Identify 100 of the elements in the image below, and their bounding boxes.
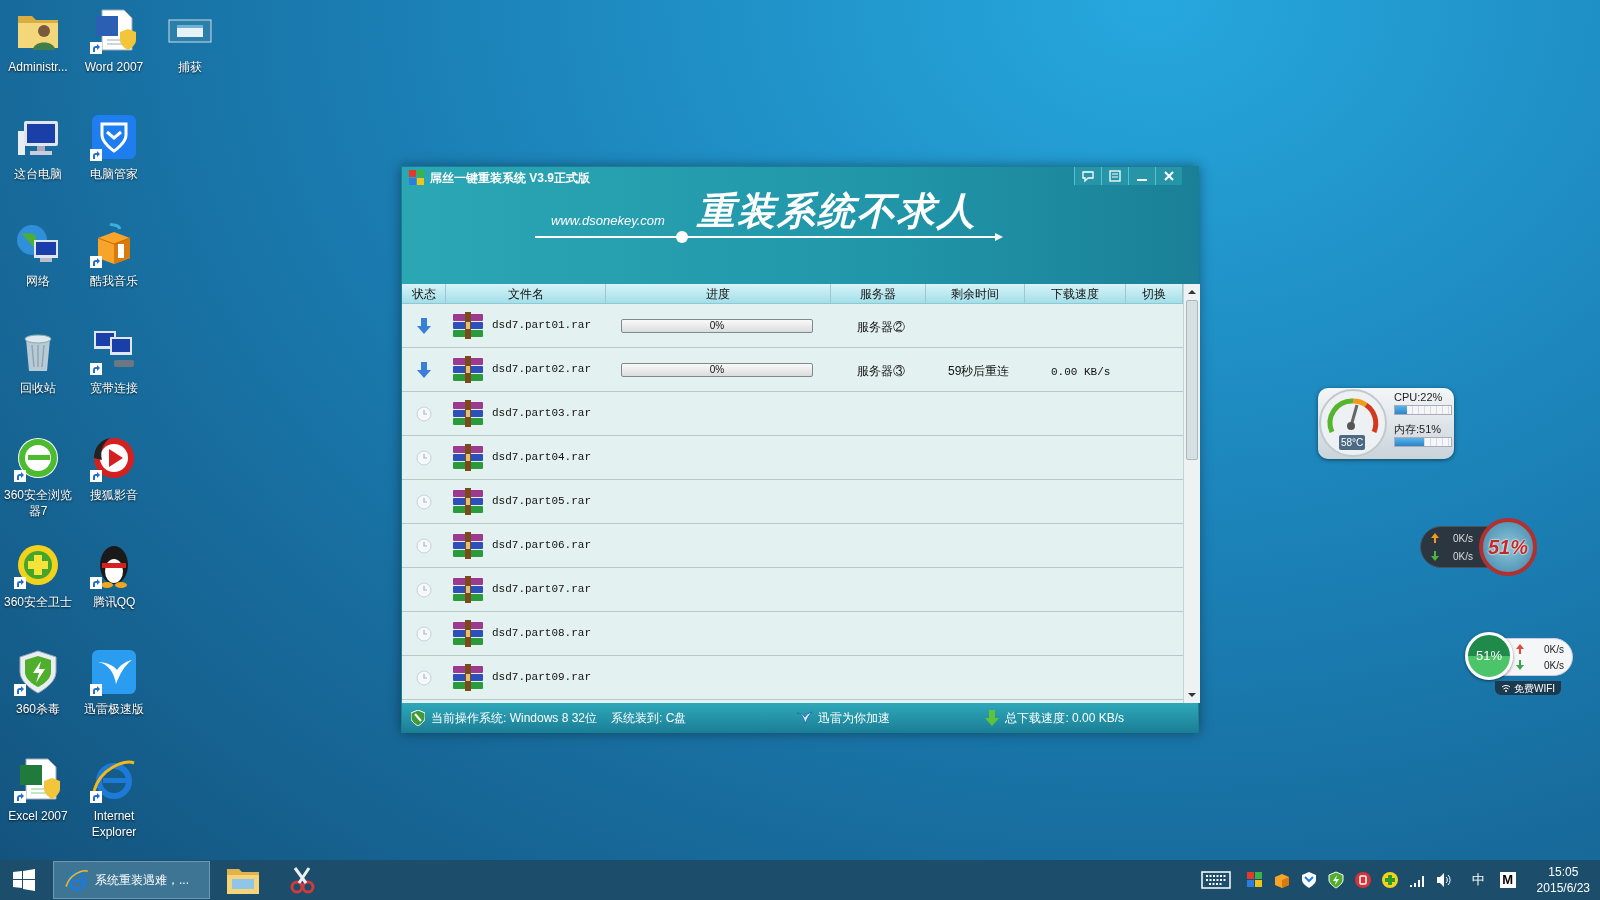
icon-label[interactable]: 迅雷极速版 xyxy=(76,701,152,717)
os-info: 当前操作系统: Windows 8 32位 xyxy=(431,709,598,727)
feedback-button[interactable] xyxy=(1074,167,1101,185)
file-name: dsd7.part05.rar xyxy=(492,494,592,510)
wifi-label: 免费WIFI xyxy=(1514,681,1556,696)
icon-label[interactable]: 这台电脑 xyxy=(0,166,76,182)
file-name: dsd7.part01.rar xyxy=(492,318,592,334)
column-header[interactable]: 剩余时间 xyxy=(926,284,1025,303)
icon-label[interactable]: 360安全卫士 xyxy=(0,594,76,610)
file-name: dsd7.part02.rar xyxy=(492,362,592,378)
input-mode-button[interactable]: M xyxy=(1499,872,1516,888)
icon-label[interactable]: 宽带连接 xyxy=(76,380,152,396)
flag-icon[interactable] xyxy=(1245,871,1264,889)
chat-bubble-icon xyxy=(1081,169,1095,183)
file-name: dsd7.part08.rar xyxy=(492,626,592,642)
upload-speed: 0K/s xyxy=(1453,531,1473,546)
file-name: dsd7.part07.rar xyxy=(492,582,592,598)
clock-icon xyxy=(416,537,432,554)
box-icon[interactable] xyxy=(1272,871,1291,889)
archive-icon xyxy=(452,575,484,604)
icon-label[interactable]: Internet Explorer xyxy=(76,808,152,840)
scroll-thumb[interactable] xyxy=(1186,300,1198,460)
bird-icon xyxy=(796,709,813,726)
up-arrow-icon xyxy=(1516,644,1524,654)
down-arrow-icon xyxy=(1516,660,1524,670)
taskbar-button[interactable]: 系统重装遇难，... xyxy=(53,861,210,899)
remaining-time: 59秒后重连 xyxy=(948,363,1010,378)
scrollbar[interactable] xyxy=(1183,284,1200,703)
wifi-button[interactable]: 免费WIFI xyxy=(1495,681,1562,695)
close-icon xyxy=(1162,169,1176,183)
menu-icon xyxy=(1108,169,1122,183)
bolt-shield-icon[interactable] xyxy=(1326,871,1345,889)
server-text: 服务器③ xyxy=(857,363,905,378)
install-target: 系统装到: C盘 xyxy=(611,709,687,727)
slogan: 重装系统不求人 xyxy=(697,189,977,233)
wifi-icon xyxy=(1501,684,1511,692)
archive-icon xyxy=(452,487,484,516)
wifi-badge[interactable]: 51% xyxy=(1465,632,1513,680)
archive-icon xyxy=(452,355,484,384)
column-header[interactable]: 服务器 xyxy=(831,284,926,303)
clock-icon xyxy=(416,581,432,598)
clock-date[interactable]: 2015/6/23 xyxy=(1536,880,1590,896)
minimize-button[interactable] xyxy=(1128,167,1155,185)
column-header[interactable]: 下载速度 xyxy=(1025,284,1126,303)
icon-label[interactable]: Administr... xyxy=(0,59,76,75)
plus-icon[interactable] xyxy=(1380,871,1399,889)
temperature: 58°C xyxy=(1339,435,1366,450)
icon-label[interactable]: 捕获 xyxy=(152,59,228,75)
archive-icon xyxy=(452,399,484,428)
minimize-icon xyxy=(1137,178,1147,181)
icon-label[interactable]: 回收站 xyxy=(0,380,76,396)
shield-icon[interactable] xyxy=(90,113,138,161)
up-arrow-icon xyxy=(1431,533,1439,543)
cpu-usage-label: CPU:22% xyxy=(1394,391,1444,404)
shield-icon[interactable] xyxy=(1299,871,1318,889)
file-name: dsd7.part06.rar xyxy=(492,538,592,554)
total-speed: 总下载速度: 0.00 KB/s xyxy=(1005,709,1125,727)
accelerate-link[interactable]: 迅雷为你加速 xyxy=(818,708,891,727)
clock-icon xyxy=(416,493,432,510)
download-arrow-icon xyxy=(985,709,1000,726)
column-header[interactable]: 文件名 xyxy=(446,284,606,303)
close-button[interactable] xyxy=(1155,167,1182,185)
download-speed: 0.00 KB/s xyxy=(1051,365,1111,378)
download-arrow-icon xyxy=(417,361,431,378)
column-header[interactable]: 进度 xyxy=(606,284,831,303)
down-arrow-icon xyxy=(1431,551,1439,561)
download-speed: 0K/s xyxy=(1544,658,1564,673)
windows-logo-icon xyxy=(13,869,35,891)
memory-usage-label: 内存:51% xyxy=(1394,423,1443,436)
window-title: 屌丝一键重装系统 V3.9正式版 xyxy=(430,169,591,187)
icon-label[interactable]: 电脑管家 xyxy=(76,166,152,182)
archive-icon xyxy=(452,619,484,648)
download-speed: 0K/s xyxy=(1453,549,1473,564)
icon-label[interactable]: Excel 2007 xyxy=(0,808,76,824)
upload-speed: 0K/s xyxy=(1544,642,1564,657)
speaker-icon[interactable] xyxy=(1434,871,1453,889)
icon-label[interactable]: 酷我音乐 xyxy=(76,273,152,289)
icon-label[interactable]: 网络 xyxy=(0,273,76,289)
dot-icon xyxy=(676,231,688,243)
bird-icon[interactable] xyxy=(90,648,138,696)
logo-icon xyxy=(409,169,425,186)
icon-label[interactable]: 搜狐影音 xyxy=(76,487,152,503)
file-name: dsd7.part04.rar xyxy=(492,450,592,466)
file-name: dsd7.part03.rar xyxy=(492,406,592,422)
icon-label[interactable]: 腾讯QQ xyxy=(76,594,152,610)
clock-icon xyxy=(416,405,432,422)
orbit-ring-icon xyxy=(64,867,90,893)
clock-time[interactable]: 15:05 xyxy=(1548,864,1579,880)
clock-icon xyxy=(416,625,432,642)
badge-percent: 51% xyxy=(1488,535,1528,560)
icon-label[interactable]: 360安全浏览器7 xyxy=(0,487,76,519)
gauge-icon xyxy=(1318,388,1388,458)
icon-label[interactable]: Word 2007 xyxy=(76,59,152,75)
column-header[interactable]: 状态 xyxy=(402,284,446,303)
archive-icon xyxy=(452,663,484,692)
icon-label[interactable]: 360杀毒 xyxy=(0,701,76,717)
clock-icon xyxy=(416,669,432,686)
file-name: dsd7.part09.rar xyxy=(492,670,592,686)
input-method-button[interactable]: 中 xyxy=(1471,870,1485,890)
keyboard-icon[interactable] xyxy=(1200,871,1231,889)
